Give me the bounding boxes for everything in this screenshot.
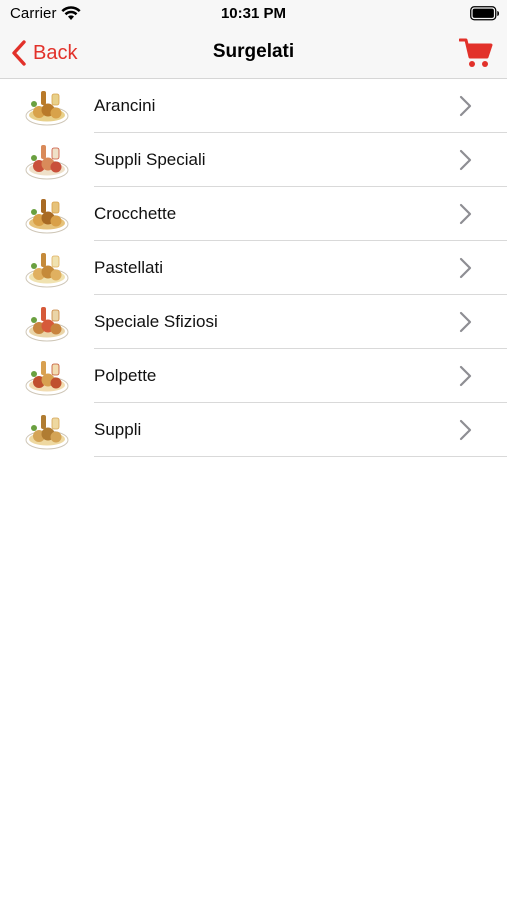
food-thumbnail-icon [25,145,69,180]
chevron-right-icon [459,95,472,117]
food-thumbnail-icon [25,307,69,342]
list-item[interactable]: Crocchette [0,187,507,241]
chevron-right-icon [459,419,472,441]
list-item-label: Pastellati [94,258,163,277]
list-item[interactable]: Pastellati [0,241,507,295]
chevron-right-icon [459,311,472,333]
battery-icon [470,6,499,21]
category-list: Arancini Suppli Speciali Crocchette Past… [0,79,507,457]
row-separator [94,456,507,457]
list-item[interactable]: Suppli [0,403,507,457]
list-item-label: Suppli Speciali [94,150,206,169]
list-item-label: Crocchette [94,204,177,223]
list-item-label: Speciale Sfiziosi [94,312,218,331]
chevron-right-icon [459,365,472,387]
shopping-cart-icon[interactable] [459,37,493,69]
page-title: Surgelati [212,41,295,62]
status-bar: Carrier 10:31 PM [0,0,507,28]
list-item-label: Polpette [94,366,157,385]
navigation-bar: Back Surgelati [0,28,507,79]
food-thumbnail-icon [25,91,69,126]
list-item[interactable]: Arancini [0,79,507,133]
list-item[interactable]: Suppli Speciali [0,133,507,187]
list-item-label: Suppli [94,420,142,439]
food-thumbnail-icon [25,253,69,288]
list-item[interactable]: Speciale Sfiziosi [0,295,507,349]
chevron-right-icon [459,149,472,171]
list-item[interactable]: Polpette [0,349,507,403]
food-thumbnail-icon [25,415,69,450]
chevron-right-icon [459,257,472,279]
list-item-label: Arancini [94,96,156,115]
clock-label: 10:31 PM [220,5,287,22]
chevron-right-icon [459,203,472,225]
food-thumbnail-icon [25,199,69,234]
food-thumbnail-icon [25,361,69,396]
